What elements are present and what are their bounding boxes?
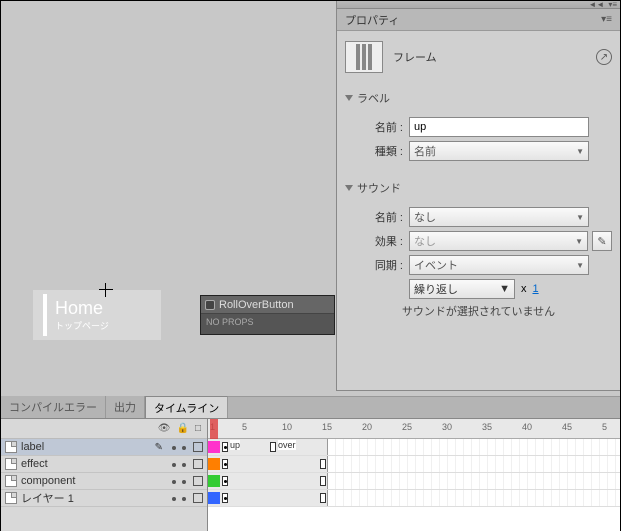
layer-icon (5, 492, 17, 504)
layer-name: component (21, 475, 165, 487)
sound-name-lbl: 名前 : (345, 209, 403, 225)
layer-outline-toggle[interactable] (193, 493, 203, 503)
ruler-tick: 30 (442, 422, 452, 432)
home-button-symbol[interactable]: Home トップページ (33, 290, 161, 340)
frame-row[interactable]: up over (208, 439, 620, 456)
layer-outline-toggle[interactable] (193, 459, 203, 469)
sound-empty-msg: サウンドが選択されていません (345, 303, 612, 319)
ruler-tick: 10 (282, 422, 292, 432)
layer-name: label (21, 441, 151, 453)
panel-grip[interactable]: ◄◄ ▾≡ (337, 1, 620, 9)
ruler-tick: 25 (402, 422, 412, 432)
panel-title: プロパティ (345, 12, 399, 28)
properties-panel: ◄◄ ▾≡ プロパティ ▾≡ フレーム ↗ ラベル 名前 : 種類 : (336, 1, 620, 391)
tab-output[interactable]: 出力 (106, 396, 145, 418)
sound-effect-select[interactable]: なし▼ (409, 231, 588, 251)
layers-column: 👁 🔒 □ label ✎ effect component レイヤー 1 (1, 419, 208, 531)
playhead[interactable] (210, 419, 218, 439)
frame-label: up (230, 440, 240, 450)
keyframe[interactable] (222, 442, 228, 452)
sound-repeat-select[interactable]: 繰り返し▼ (409, 279, 515, 299)
keyframe-end[interactable] (320, 459, 326, 469)
disclosure-triangle-icon (345, 185, 353, 191)
ruler-tick: 5 (242, 422, 247, 432)
layer-icon (5, 458, 17, 470)
layer-outline-toggle[interactable] (193, 442, 203, 452)
tab-timeline[interactable]: タイムライン (145, 396, 228, 418)
home-subtitle: トップページ (55, 319, 109, 332)
ruler-tick: 20 (362, 422, 372, 432)
eye-column-icon[interactable]: 👁 (158, 423, 171, 434)
timeline-ruler[interactable]: 1510152025303540455 (208, 419, 620, 439)
repeat-count[interactable]: 1 (533, 283, 539, 295)
ruler-tick: 15 (322, 422, 332, 432)
ruler-tick: 40 (522, 422, 532, 432)
layer-row[interactable]: component (1, 473, 207, 490)
layer-row[interactable]: レイヤー 1 (1, 490, 207, 507)
layer-row[interactable]: effect (1, 456, 207, 473)
layer-icon (5, 441, 17, 453)
layer-vis-dots[interactable] (169, 492, 189, 504)
frame-label: over (278, 440, 296, 450)
layer-vis-dots[interactable] (169, 441, 189, 453)
sound-name-select[interactable]: なし▼ (409, 207, 589, 227)
layer-row[interactable]: label ✎ (1, 439, 207, 456)
frame-type-label: フレーム (393, 49, 586, 65)
disclosure-triangle-icon (345, 95, 353, 101)
repeat-x-label: x (521, 283, 527, 295)
instance-swap-icon[interactable]: ↗ (596, 49, 612, 65)
panel-menu-icon[interactable]: ▾≡ (608, 0, 617, 9)
ruler-tick: 35 (482, 422, 492, 432)
ruler-tick: 5 (602, 422, 607, 432)
layer-color-swatch (208, 441, 220, 453)
rollover-title: RollOverButton (219, 299, 294, 311)
layer-color-swatch (208, 492, 220, 504)
layer-name: effect (21, 458, 165, 470)
keyframe-end[interactable] (320, 476, 326, 486)
sound-sync-lbl: 同期 : (345, 257, 403, 273)
lock-column-icon[interactable]: 🔒 (177, 423, 189, 434)
panel-collapse-icon[interactable]: ◄◄ (588, 0, 604, 9)
layer-name: レイヤー 1 (21, 490, 165, 506)
frame-row[interactable] (208, 473, 620, 490)
section-label-header[interactable]: ラベル (345, 87, 612, 109)
tab-compile-errors[interactable]: コンパイルエラー (1, 396, 106, 418)
keyframe[interactable] (222, 476, 228, 486)
frames-area[interactable]: 1510152025303540455 upover (208, 419, 620, 531)
layer-icon (5, 475, 17, 487)
edit-effect-icon[interactable]: ✎ (592, 231, 612, 251)
keyframe[interactable] (222, 493, 228, 503)
sound-sync-select[interactable]: イベント▼ (409, 255, 589, 275)
component-icon (205, 300, 215, 310)
sound-effect-lbl: 効果 : (345, 233, 403, 249)
keyframe[interactable] (270, 442, 276, 452)
layer-color-swatch (208, 475, 220, 487)
frame-thumbnail-icon (345, 41, 383, 73)
layer-outline-toggle[interactable] (193, 476, 203, 486)
layer-vis-dots[interactable] (169, 458, 189, 470)
keyframe-end[interactable] (320, 493, 326, 503)
home-bar-deco (43, 294, 47, 336)
layer-color-swatch (208, 458, 220, 470)
keyframe[interactable] (222, 459, 228, 469)
pencil-icon: ✎ (155, 442, 163, 453)
layer-vis-dots[interactable] (169, 475, 189, 487)
panel-options-icon[interactable]: ▾≡ (601, 14, 612, 25)
ruler-tick: 45 (562, 422, 572, 432)
layers-header: 👁 🔒 □ (1, 419, 207, 439)
bottom-dock: コンパイルエラー 出力 タイムライン 👁 🔒 □ label ✎ effect com… (1, 396, 620, 530)
rollover-component-chip[interactable]: RollOverButton NO PROPS (200, 295, 335, 335)
home-title: Home (55, 298, 109, 319)
label-name-lbl: 名前 : (345, 119, 403, 135)
outline-column-icon[interactable]: □ (195, 423, 201, 434)
label-type-lbl: 種類 : (345, 143, 403, 159)
label-type-select[interactable]: 名前▼ (409, 141, 589, 161)
rollover-body: NO PROPS (201, 314, 334, 330)
bottom-tabs: コンパイルエラー 出力 タイムライン (1, 397, 620, 419)
section-sound-header[interactable]: サウンド (345, 177, 612, 199)
frame-row[interactable] (208, 490, 620, 507)
frame-row[interactable] (208, 456, 620, 473)
label-name-input[interactable] (409, 117, 589, 137)
